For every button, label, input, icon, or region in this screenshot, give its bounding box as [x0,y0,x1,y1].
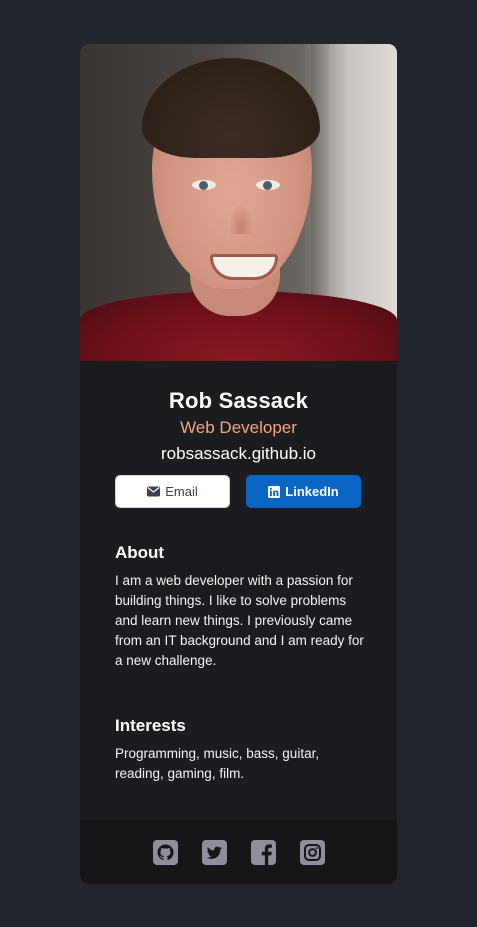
linkedin-button-label: LinkedIn [285,484,339,499]
instagram-icon[interactable] [299,839,325,865]
linkedin-button[interactable]: LinkedIn [246,475,361,508]
profile-photo [80,44,397,361]
interests-text: Programming, music, bass, guitar, readin… [115,746,320,781]
contact-buttons: Email LinkedIn [115,475,361,509]
profile-website-link[interactable]: robsassack.github.io [80,441,397,467]
interests-heading: Interests [115,716,186,735]
photo-right-eye [256,180,280,190]
photo-left-eye [192,180,216,190]
about-text: I am a web developer with a passion for … [115,573,364,668]
envelope-icon [147,486,161,497]
about-heading: About [115,543,165,562]
profile-info: Rob Sassack Web Developer robsassack.git… [80,361,397,467]
photo-nose [229,204,253,234]
email-button[interactable]: Email [115,475,230,508]
about-section: About I am a web developer with a passio… [115,542,367,671]
linkedin-icon [268,485,281,498]
profile-title: Web Developer [180,418,297,437]
profile-card: Rob Sassack Web Developer robsassack.git… [80,44,397,884]
email-button-label: Email [165,484,198,499]
facebook-icon[interactable] [250,839,276,865]
photo-smile [210,254,278,280]
github-icon[interactable] [152,839,178,865]
profile-name: Rob Sassack [168,388,309,413]
photo-hair [142,58,320,158]
social-footer [80,820,397,884]
twitter-icon[interactable] [201,839,227,865]
interests-section: Interests Programming, music, bass, guit… [115,715,367,784]
